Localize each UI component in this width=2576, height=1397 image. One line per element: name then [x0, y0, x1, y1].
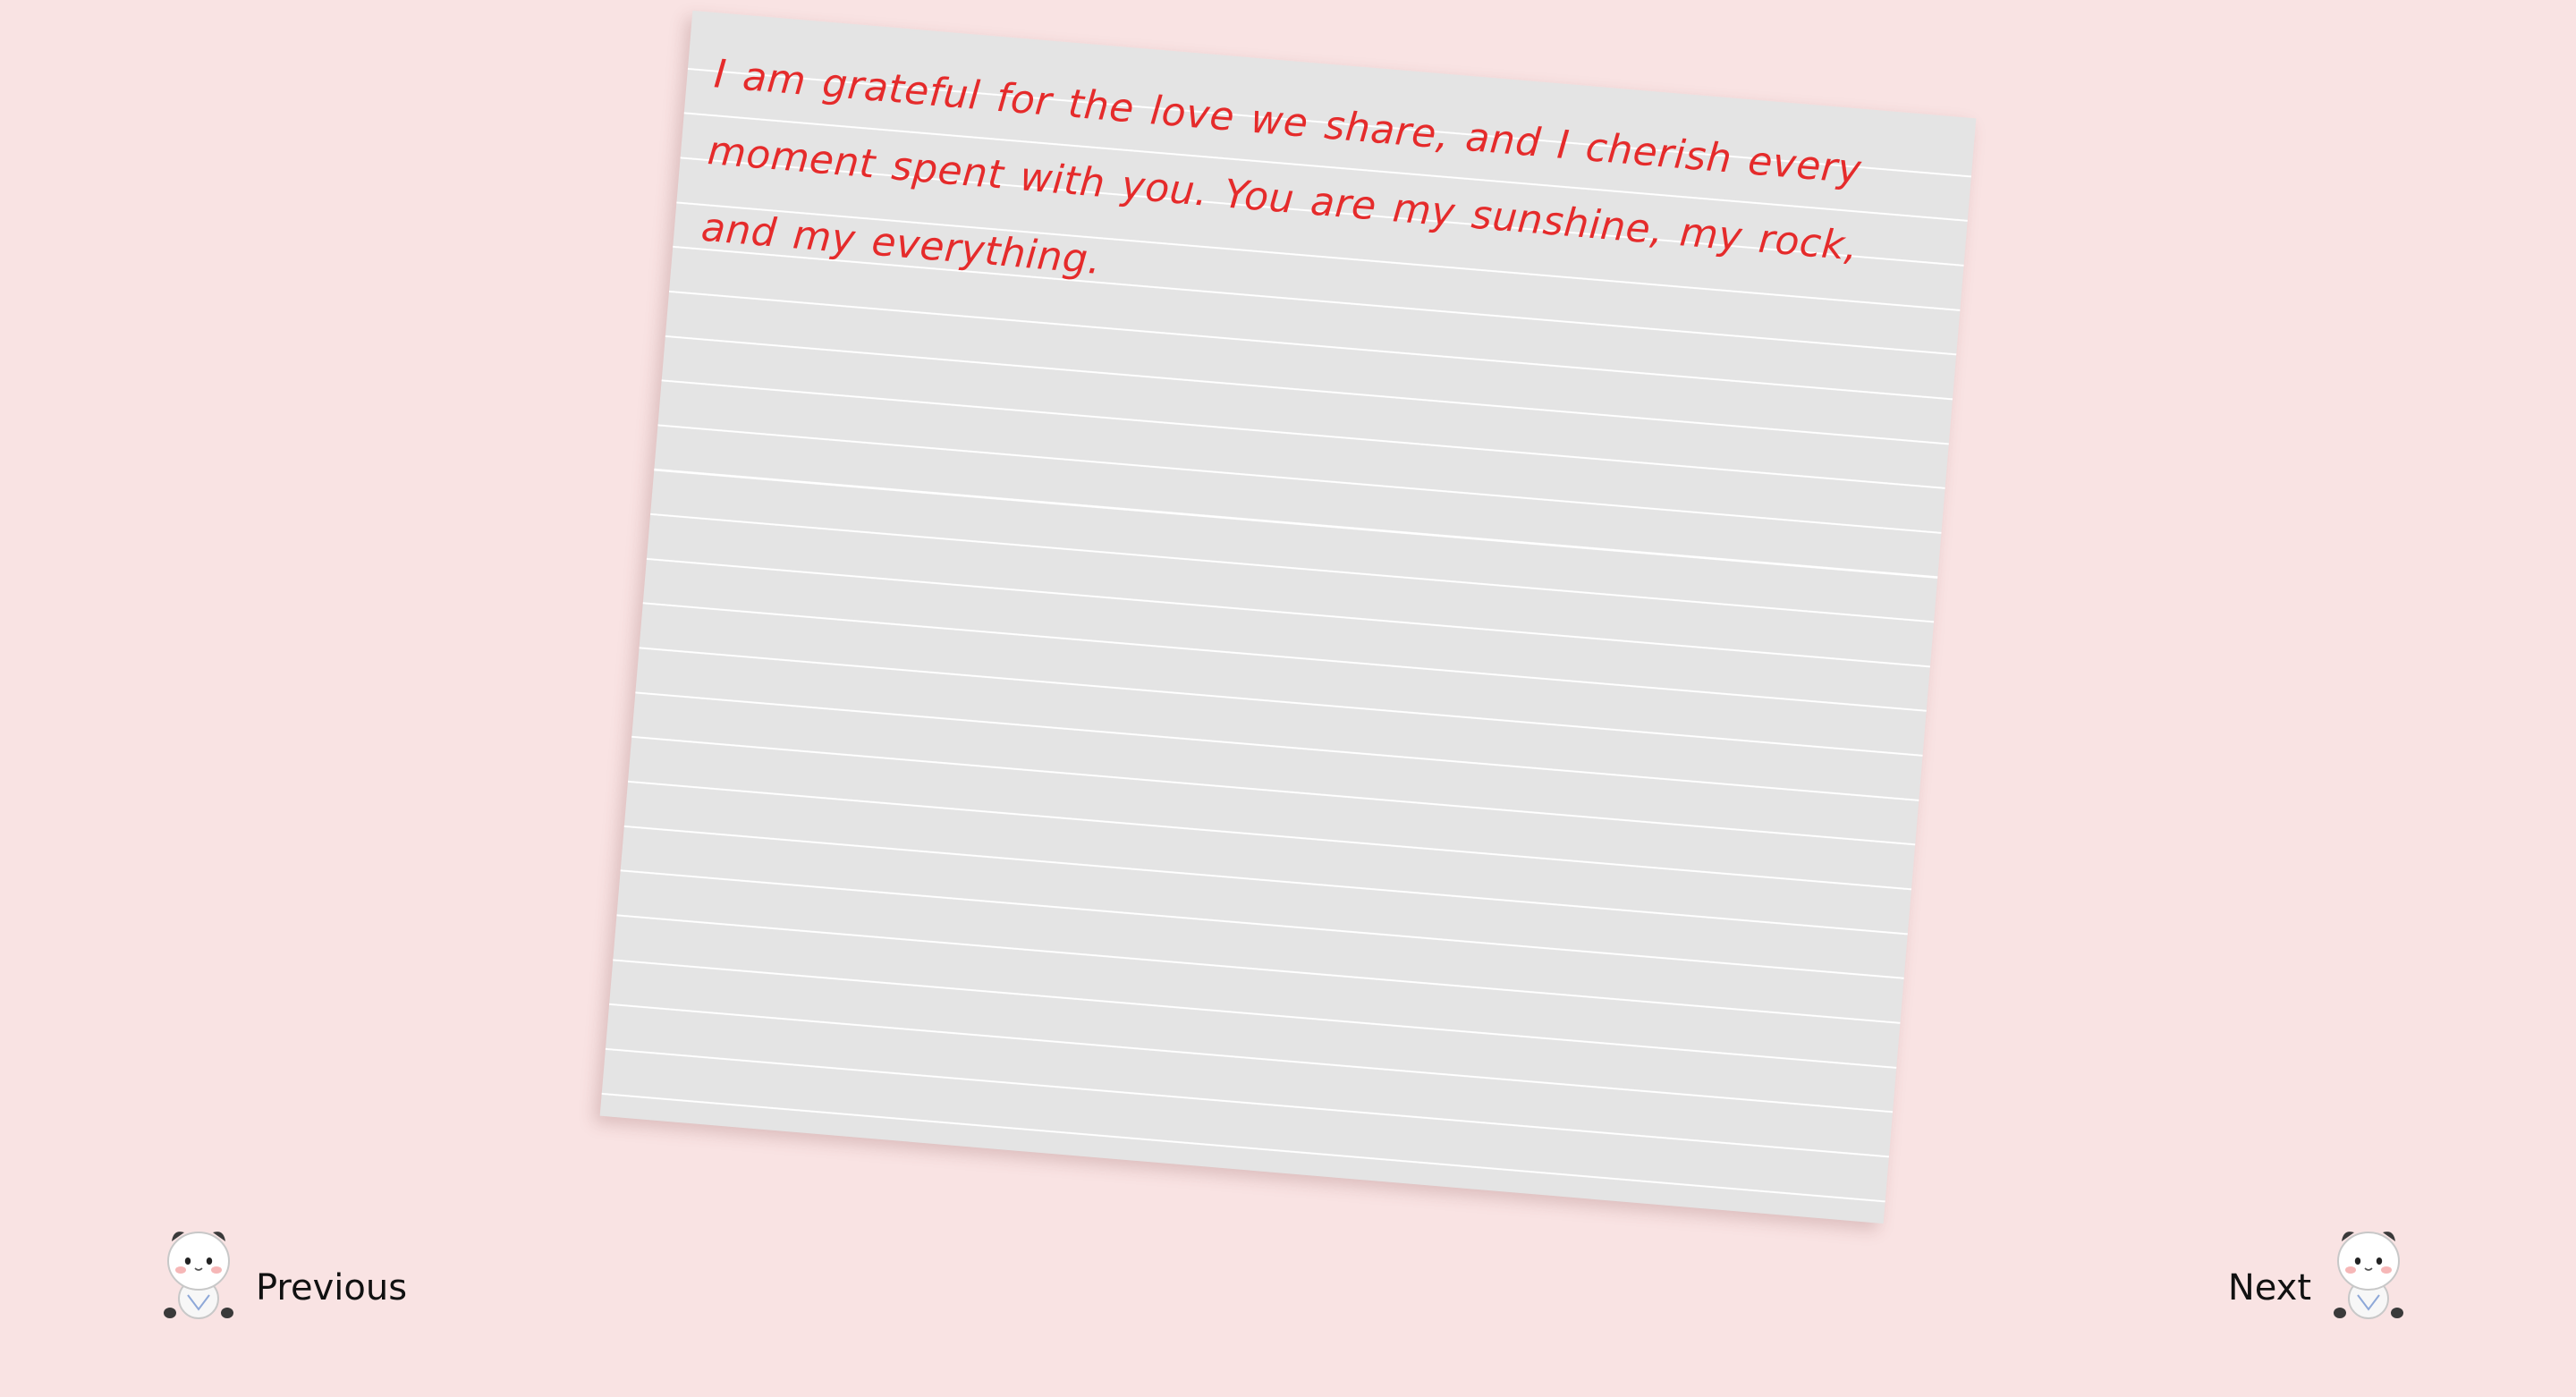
next-button[interactable]: Next [2228, 1223, 2406, 1322]
previous-label: Previous [256, 1267, 408, 1308]
previous-button[interactable]: Previous [161, 1223, 407, 1322]
panda-mascot-icon [164, 1232, 233, 1319]
lined-note-paper: I am grateful for the love we share, and… [599, 10, 1977, 1224]
note-text: I am grateful for the love we share, and… [699, 51, 1864, 284]
panda-mascot-icon [2334, 1232, 2403, 1319]
next-label: Next [2227, 1267, 2311, 1308]
